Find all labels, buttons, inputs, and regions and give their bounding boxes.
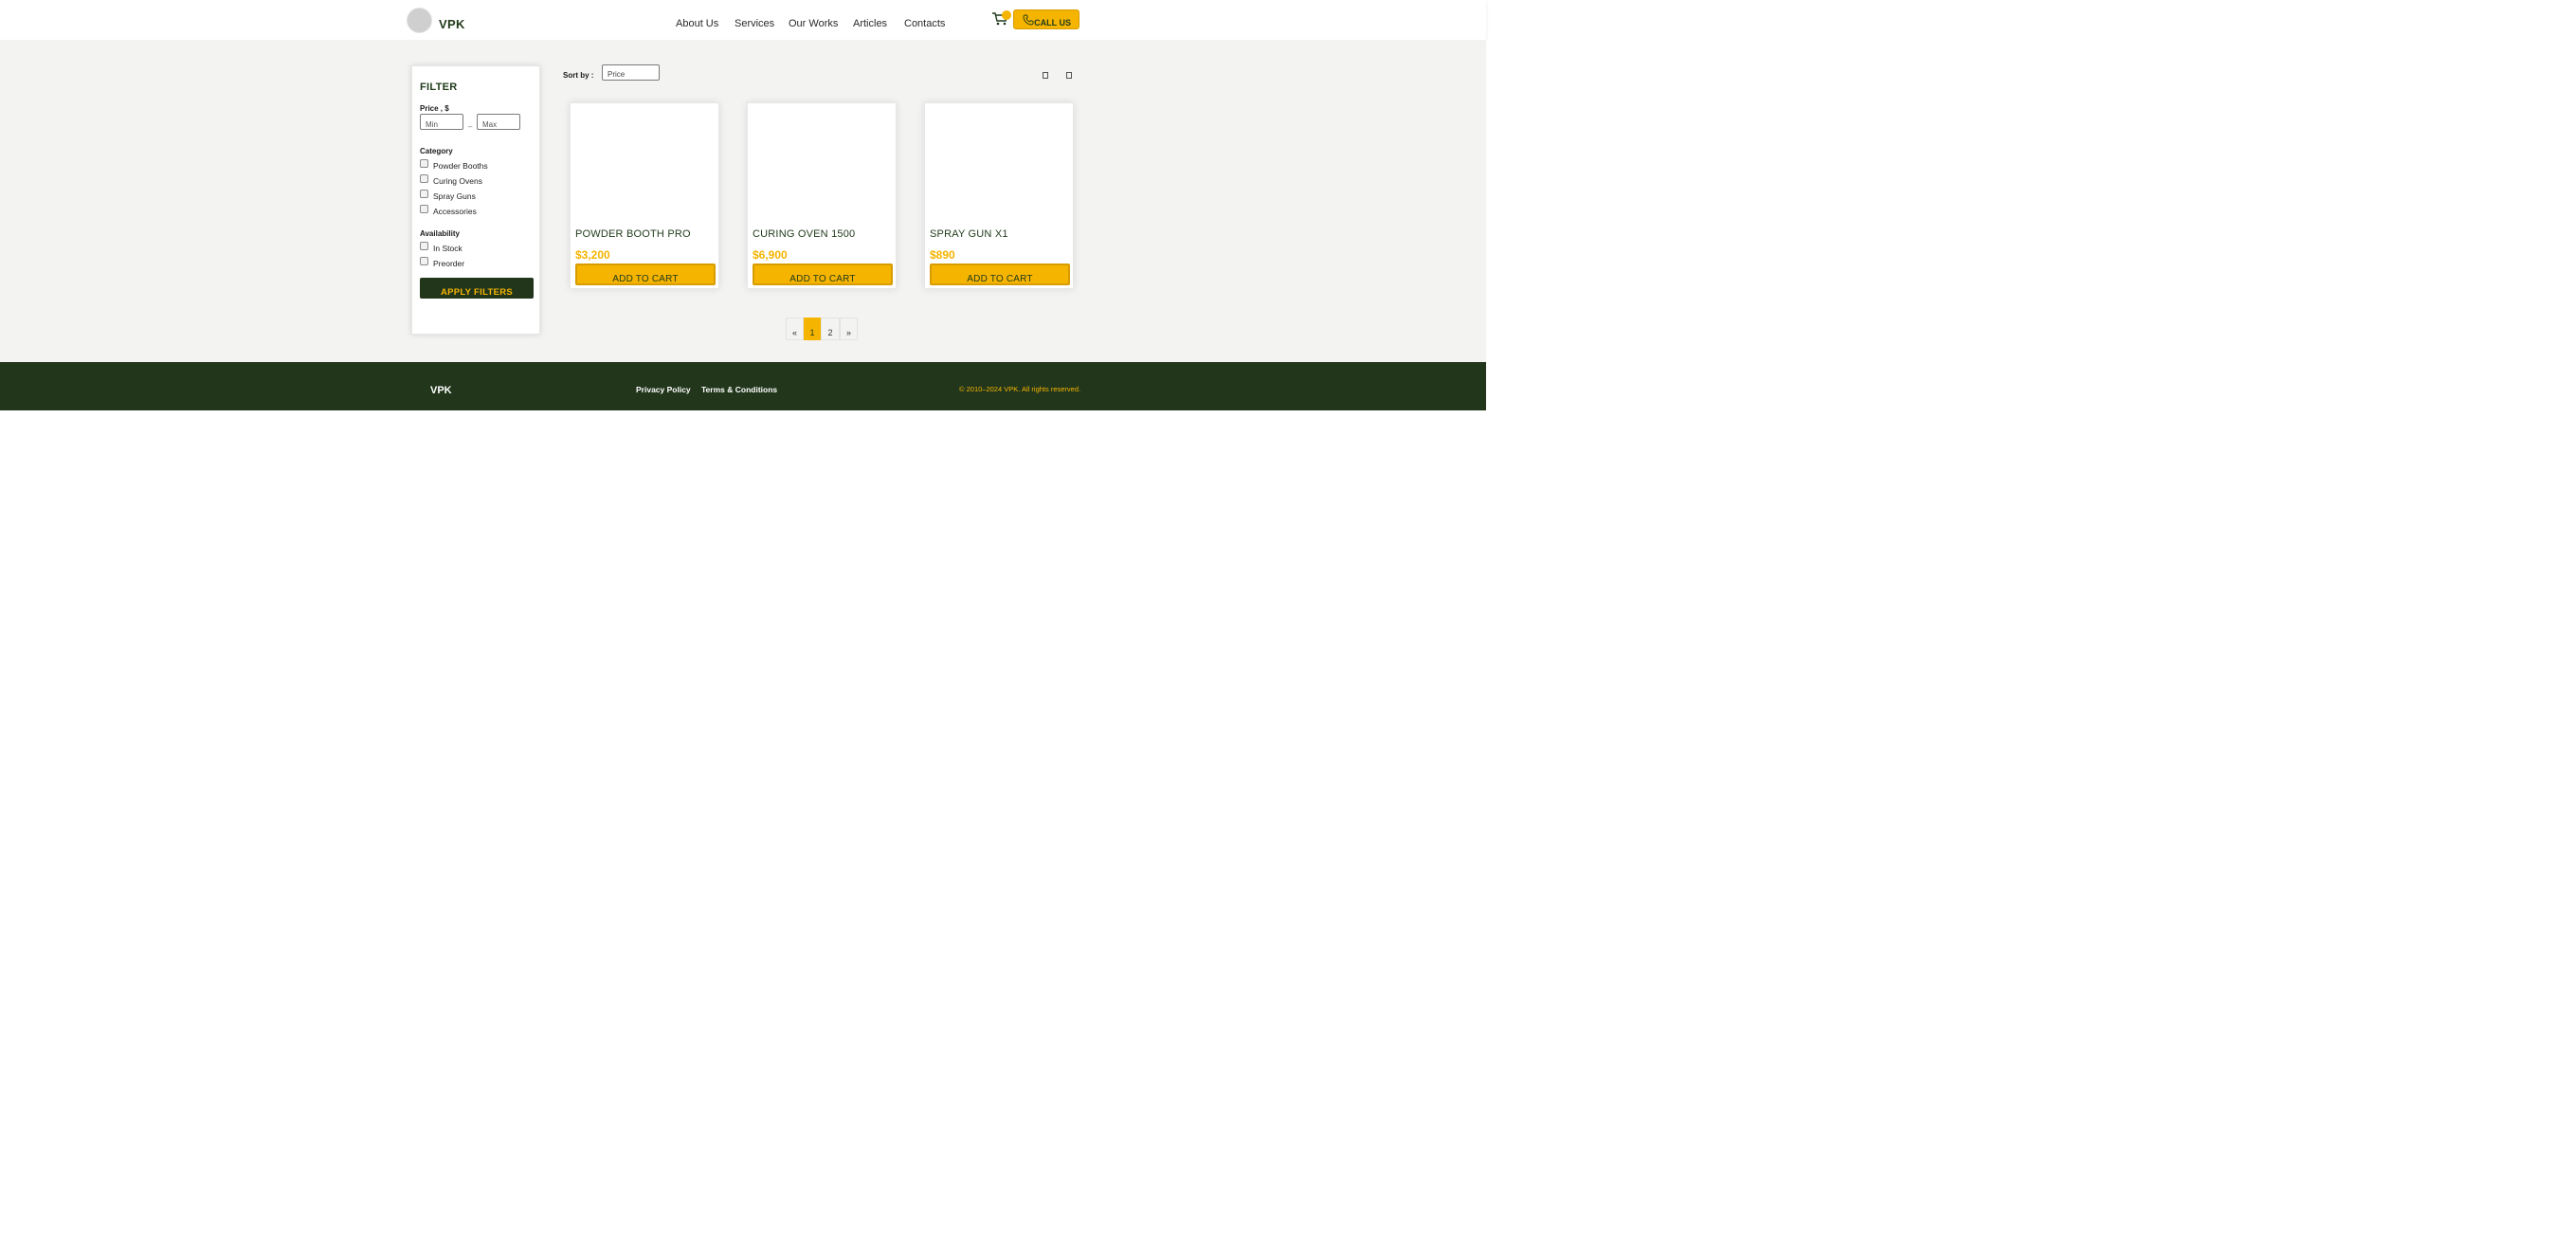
availability-label: Availability <box>420 229 460 238</box>
filter-title: FILTER <box>420 82 458 93</box>
nav-articles[interactable]: Articles <box>853 18 887 29</box>
category-curing-ovens-label: Curing Ovens <box>433 176 482 186</box>
product-card[interactable]: SPRAY GUN X1 $890 ADD TO CART <box>924 102 1074 289</box>
pagination-page-2[interactable]: 2 <box>821 318 840 340</box>
copyright-text: © 2010–2024 VPK. All rights reserved. <box>959 385 1081 393</box>
nav-our-works[interactable]: Our Works <box>789 18 838 29</box>
sort-label: Sort by : <box>563 71 594 80</box>
checkbox-accessories[interactable] <box>420 205 428 213</box>
price-range-dash: – <box>468 122 473 131</box>
checkbox-powder-booths[interactable] <box>420 159 428 168</box>
product-price: $6,900 <box>753 248 788 262</box>
price-min-input[interactable]: Min <box>420 114 463 130</box>
product-title[interactable]: CURING OVEN 1500 <box>753 228 855 240</box>
sort-select[interactable]: Price <box>602 64 660 81</box>
category-powder-booths-label: Powder Booths <box>433 161 488 171</box>
nav-contacts[interactable]: Contacts <box>904 18 945 29</box>
add-to-cart-button[interactable]: ADD TO CART <box>575 264 716 285</box>
add-to-cart-button[interactable]: ADD TO CART <box>930 264 1070 285</box>
call-us-label: CALL US <box>1034 17 1071 27</box>
main-area <box>0 40 1486 362</box>
footer-link-terms[interactable]: Terms & Conditions <box>701 385 777 394</box>
checkbox-in-stock[interactable] <box>420 242 428 250</box>
product-price: $3,200 <box>575 248 610 262</box>
availability-in-stock-label: In Stock <box>433 244 463 253</box>
nav-about-us[interactable]: About Us <box>676 18 718 29</box>
price-max-input[interactable]: Max <box>477 114 520 130</box>
checkbox-curing-ovens[interactable] <box>420 174 428 183</box>
pagination-prev[interactable]: « <box>786 318 804 340</box>
add-to-cart-button[interactable]: ADD TO CART <box>753 264 893 285</box>
product-price: $890 <box>930 248 955 262</box>
brand-name[interactable]: VPK <box>439 17 465 31</box>
filter-panel: FILTER Price , $ Min – Max Category Powd… <box>411 65 540 335</box>
pagination-page-1[interactable]: 1 <box>804 318 821 340</box>
cart-count-badge <box>1002 10 1011 20</box>
checkbox-spray-guns[interactable] <box>420 190 428 198</box>
footer-logo[interactable]: VPK <box>430 385 452 396</box>
call-us-button[interactable]: CALL US <box>1013 9 1079 29</box>
pagination-next[interactable]: » <box>840 318 858 340</box>
phone-icon <box>1023 14 1034 26</box>
product-card[interactable]: CURING OVEN 1500 $6,900 ADD TO CART <box>747 102 897 289</box>
footer-link-privacy-policy[interactable]: Privacy Policy <box>636 385 691 394</box>
availability-preorder-label: Preorder <box>433 259 465 268</box>
apply-filters-button[interactable]: APPLY FILTERS <box>420 278 534 299</box>
checkbox-preorder[interactable] <box>420 257 428 265</box>
product-title[interactable]: SPRAY GUN X1 <box>930 228 1008 240</box>
product-card[interactable]: POWDER BOOTH PRO $3,200 ADD TO CART <box>570 102 719 289</box>
site-footer: VPK Privacy Policy Terms & Conditions © … <box>0 362 1486 410</box>
grid-view-icon[interactable] <box>1043 72 1048 79</box>
nav-services[interactable]: Services <box>735 18 774 29</box>
category-accessories-label: Accessories <box>433 207 477 216</box>
product-title[interactable]: POWDER BOOTH PRO <box>575 228 691 240</box>
site-header: VPK About Us Services Our Works Articles… <box>0 0 1486 40</box>
list-view-icon[interactable] <box>1066 72 1072 79</box>
category-label: Category <box>420 147 453 155</box>
category-spray-guns-label: Spray Guns <box>433 191 476 201</box>
price-label: Price , $ <box>420 104 449 113</box>
logo-icon[interactable] <box>407 8 432 33</box>
